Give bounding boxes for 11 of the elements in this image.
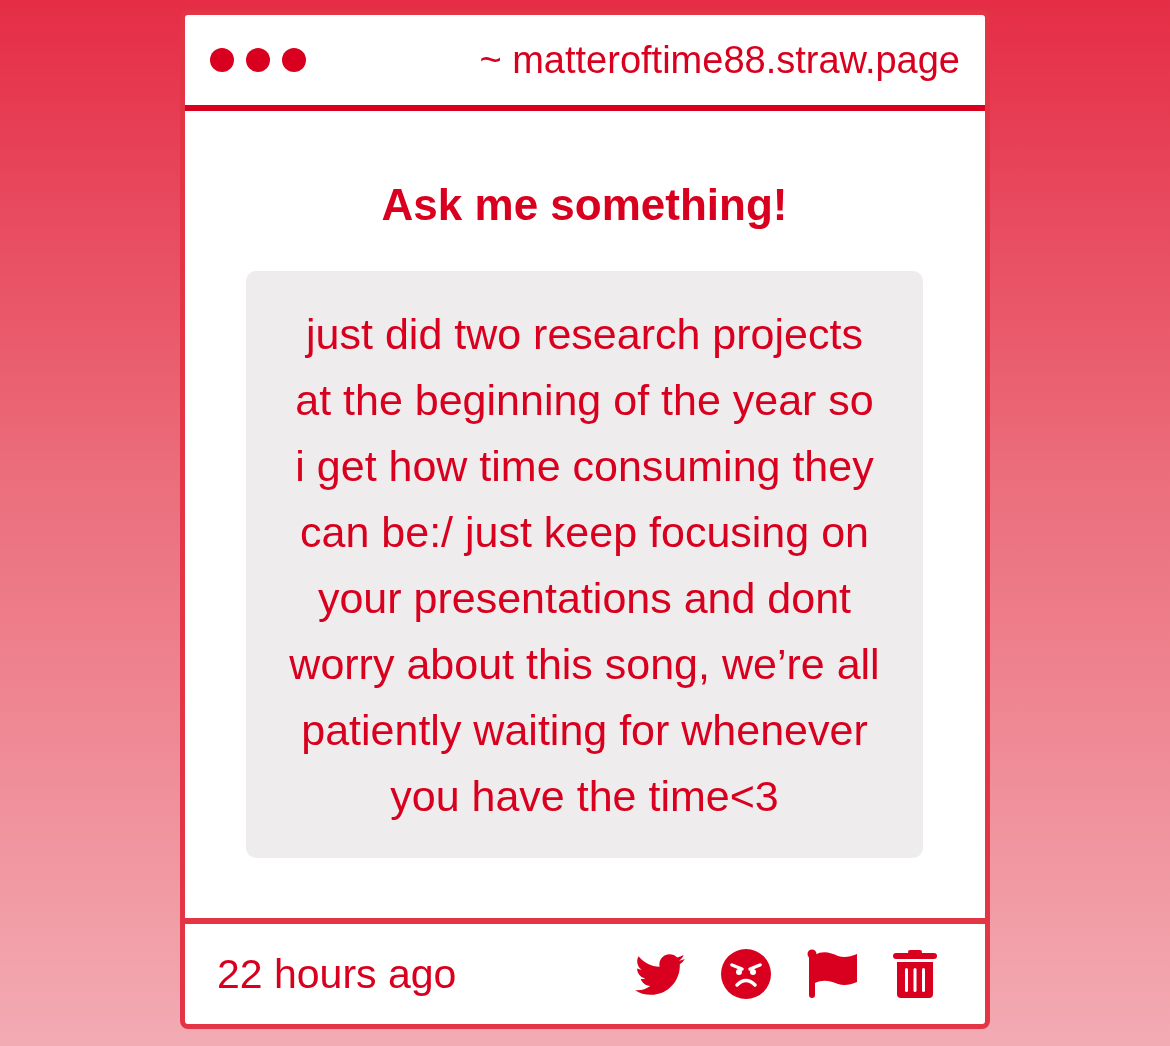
flag-icon[interactable]	[807, 949, 857, 999]
bird-icon[interactable]	[635, 953, 685, 995]
dot-icon	[210, 48, 234, 72]
page-url: ~ matteroftime88.straw.page	[479, 38, 960, 83]
trash-icon[interactable]	[893, 950, 937, 998]
angry-face-icon[interactable]	[721, 949, 771, 999]
timestamp: 22 hours ago	[217, 950, 457, 998]
dot-icon	[246, 48, 270, 72]
prompt-title: Ask me something!	[381, 179, 788, 231]
question-text: just did two research projects at the beginning of the year so i get how time consuming they can be:/ just keep focusing on your presentations and dont worry about this song, we’re all patiently waiting for whenever you have the time<3	[288, 309, 881, 822]
dot-icon	[282, 48, 306, 72]
